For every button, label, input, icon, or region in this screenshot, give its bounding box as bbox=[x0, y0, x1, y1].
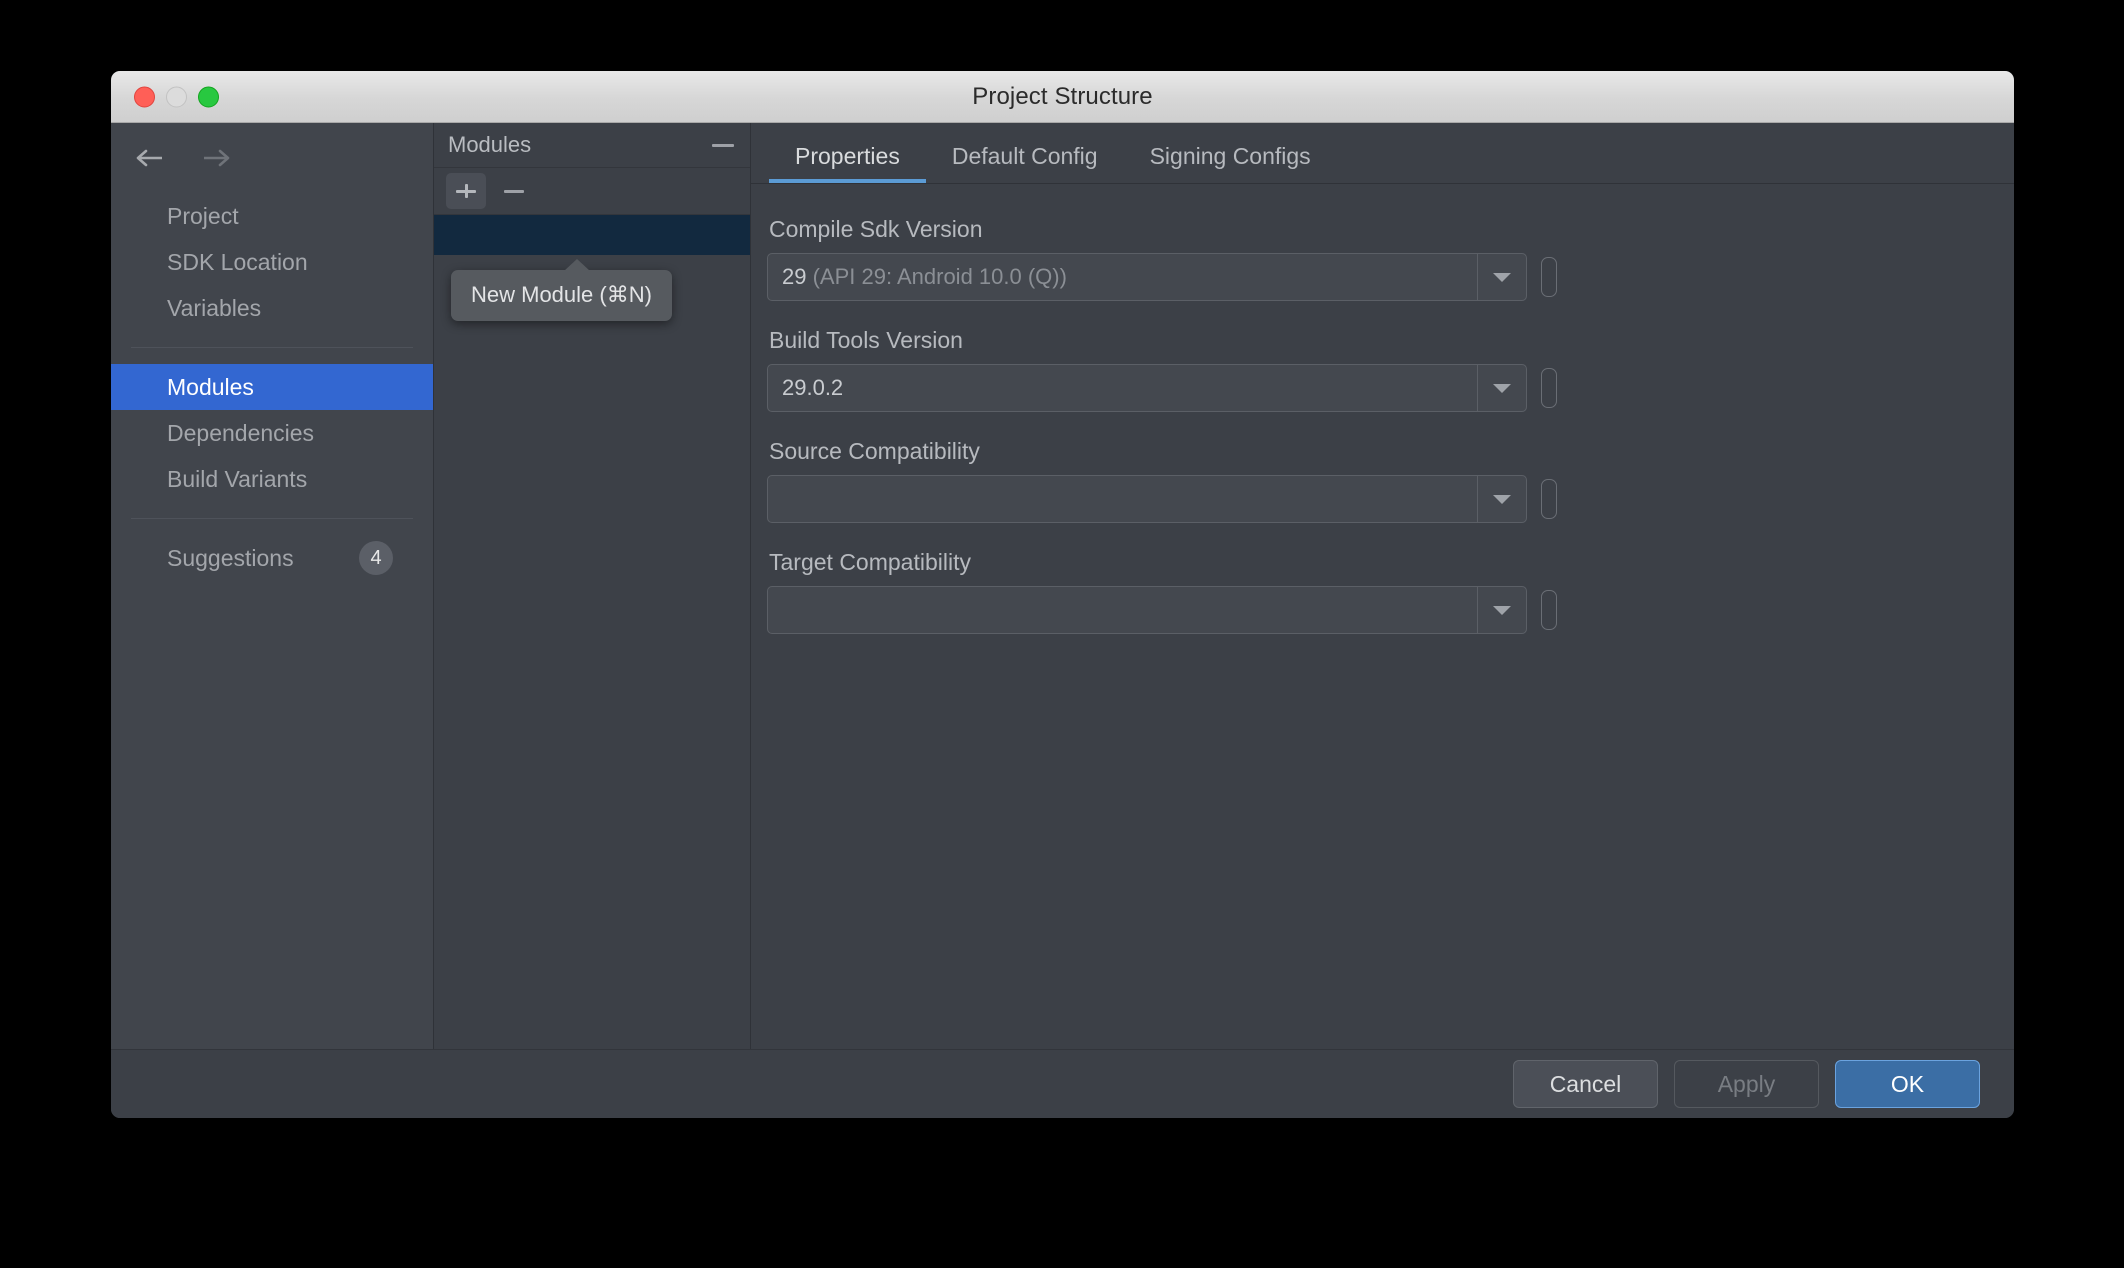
sidebar-item-label: Variables bbox=[167, 294, 262, 321]
content-area: Properties Default Config Signing Config… bbox=[751, 123, 2014, 1049]
maximize-button[interactable] bbox=[198, 86, 219, 107]
field-row bbox=[767, 586, 2014, 634]
modules-panel-header: Modules bbox=[434, 123, 750, 168]
list-item[interactable] bbox=[434, 215, 750, 255]
field-label: Source Compatibility bbox=[769, 438, 980, 464]
sidebar-divider bbox=[131, 347, 413, 348]
chevron-down-icon[interactable] bbox=[1477, 587, 1526, 633]
build-tools-version-value: 29.0.2 bbox=[782, 375, 844, 400]
build-tools-version-dropdown[interactable]: 29.0.2 bbox=[767, 364, 1527, 412]
field-row bbox=[767, 475, 2014, 523]
apply-button[interactable]: Apply bbox=[1674, 1060, 1819, 1108]
sidebar-item-sdk-location[interactable]: SDK Location bbox=[111, 239, 433, 285]
new-module-tooltip: New Module (⌘N) bbox=[451, 259, 672, 321]
chevron-down-icon[interactable] bbox=[1477, 476, 1526, 522]
nav-arrows bbox=[111, 123, 433, 171]
modules-list[interactable] bbox=[434, 215, 750, 1049]
cancel-button[interactable]: Cancel bbox=[1513, 1060, 1658, 1108]
variable-toggle-icon[interactable] bbox=[1541, 590, 1557, 630]
sidebar-item-project[interactable]: Project bbox=[111, 193, 433, 239]
sidebar: Project SDK Location Variables Modules D… bbox=[111, 123, 434, 1049]
dialog-footer: Cancel Apply OK bbox=[111, 1049, 2014, 1118]
tab-signing-configs[interactable]: Signing Configs bbox=[1124, 143, 1337, 183]
close-button[interactable] bbox=[134, 86, 155, 107]
variable-toggle-icon[interactable] bbox=[1541, 368, 1557, 408]
sidebar-item-suggestions[interactable]: Suggestions 4 bbox=[111, 535, 433, 581]
add-module-button[interactable] bbox=[446, 173, 486, 209]
field-label: Compile Sdk Version bbox=[769, 216, 983, 242]
target-compatibility-dropdown[interactable] bbox=[767, 586, 1527, 634]
variable-toggle-icon[interactable] bbox=[1541, 257, 1557, 297]
variable-toggle-icon[interactable] bbox=[1541, 479, 1557, 519]
sidebar-item-variables[interactable]: Variables bbox=[111, 285, 433, 331]
suggestions-count-badge: 4 bbox=[359, 541, 393, 575]
window-body: Project SDK Location Variables Modules D… bbox=[111, 123, 2014, 1049]
traffic-lights bbox=[134, 86, 219, 107]
minimize-button[interactable] bbox=[166, 86, 187, 107]
back-arrow-icon[interactable] bbox=[135, 145, 165, 171]
tab-default-config[interactable]: Default Config bbox=[926, 143, 1124, 183]
window-title: Project Structure bbox=[972, 82, 1153, 110]
tab-label: Properties bbox=[795, 143, 900, 169]
source-compatibility-dropdown[interactable] bbox=[767, 475, 1527, 523]
sidebar-item-dependencies[interactable]: Dependencies bbox=[111, 410, 433, 456]
sidebar-item-label: Suggestions bbox=[167, 544, 294, 571]
field-source-compatibility: Source Compatibility bbox=[767, 438, 2014, 523]
forward-arrow-icon[interactable] bbox=[201, 145, 231, 171]
plus-icon bbox=[456, 181, 476, 201]
field-compile-sdk-version: Compile Sdk Version 29 (API 29: Android … bbox=[767, 216, 2014, 301]
sidebar-item-label: Project bbox=[167, 202, 239, 229]
sidebar-item-modules[interactable]: Modules bbox=[111, 364, 433, 410]
field-label: Build Tools Version bbox=[769, 327, 963, 353]
tab-label: Signing Configs bbox=[1149, 143, 1311, 169]
sidebar-item-label: SDK Location bbox=[167, 248, 308, 275]
field-build-tools-version: Build Tools Version 29.0.2 bbox=[767, 327, 2014, 412]
modules-panel-title: Modules bbox=[448, 132, 532, 157]
field-row: 29.0.2 bbox=[767, 364, 2014, 412]
sidebar-item-label: Dependencies bbox=[167, 419, 315, 446]
ok-button[interactable]: OK bbox=[1835, 1060, 1980, 1108]
modules-toolbar bbox=[434, 168, 750, 215]
chevron-down-icon[interactable] bbox=[1477, 254, 1526, 300]
compile-sdk-version-dropdown[interactable]: 29 (API 29: Android 10.0 (Q)) bbox=[767, 253, 1527, 301]
sidebar-item-label: Modules bbox=[167, 373, 254, 400]
sidebar-divider bbox=[131, 518, 413, 519]
sidebar-item-build-variants[interactable]: Build Variants bbox=[111, 456, 433, 502]
minimize-dash-icon[interactable] bbox=[712, 143, 734, 147]
properties-form: Compile Sdk Version 29 (API 29: Android … bbox=[751, 184, 2014, 660]
sidebar-item-label: Build Variants bbox=[167, 465, 308, 492]
tab-bar: Properties Default Config Signing Config… bbox=[751, 123, 2014, 184]
tab-properties[interactable]: Properties bbox=[769, 143, 926, 183]
tab-label: Default Config bbox=[951, 143, 1098, 169]
sidebar-nav-list: Project SDK Location Variables Modules D… bbox=[111, 193, 433, 581]
compile-sdk-version-value: 29 (API 29: Android 10.0 (Q)) bbox=[782, 264, 1067, 289]
field-target-compatibility: Target Compatibility bbox=[767, 549, 2014, 634]
field-row: 29 (API 29: Android 10.0 (Q)) bbox=[767, 253, 2014, 301]
remove-module-button[interactable] bbox=[494, 173, 534, 209]
project-structure-window: Project Structure Project SDK Location V… bbox=[111, 71, 2014, 1118]
window-titlebar: Project Structure bbox=[111, 71, 2014, 123]
chevron-down-icon[interactable] bbox=[1477, 365, 1526, 411]
field-label: Target Compatibility bbox=[769, 549, 971, 575]
modules-panel: Modules bbox=[434, 123, 751, 1049]
minus-icon bbox=[504, 189, 524, 193]
